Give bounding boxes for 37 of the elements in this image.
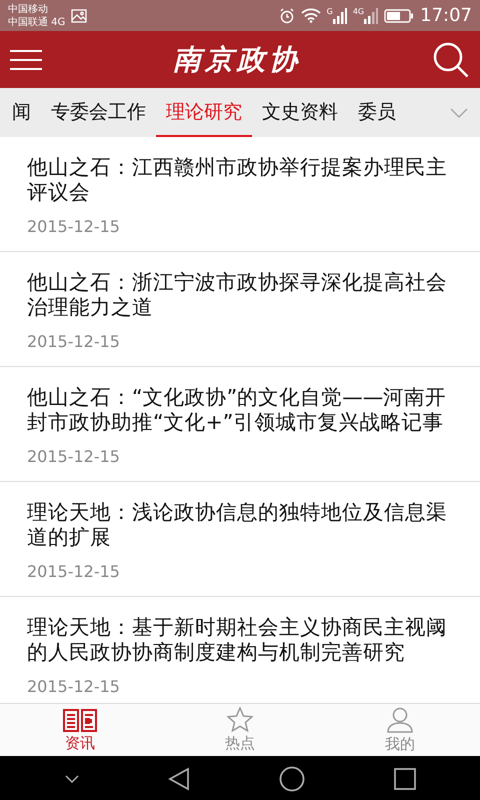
carrier-name: 中国移动 — [8, 2, 49, 16]
article-title[interactable]: 理论天地：基于新时期社会主义协商民主视阈的人民政协协商制度建构与机制完善研究 — [27, 615, 464, 665]
recents-icon[interactable] — [394, 768, 416, 790]
image-icon — [71, 8, 88, 22]
chevron-down-icon[interactable] — [64, 774, 78, 782]
article-date: 2015-12-15 — [27, 332, 120, 351]
article-title[interactable]: 他山之石：江西赣州市政协举行提案办理民主评议会 — [27, 155, 464, 205]
category-tab[interactable]: 文史资料 — [252, 88, 348, 137]
wifi-icon — [300, 8, 321, 23]
article-title[interactable]: 他山之石：“文化政协”的文化自觉——河南开封市政协助推“文化+”引领城市复兴战略记事 — [27, 385, 464, 435]
article-date: 2015-12-15 — [27, 677, 120, 696]
clock-time: 17:07 — [420, 5, 472, 26]
network-label: G — [326, 8, 333, 16]
carrier-name: 中国联通 4G — [8, 16, 66, 28]
back-icon[interactable] — [168, 766, 190, 790]
category-tab[interactable]: 委员 — [348, 88, 406, 137]
star-icon — [227, 707, 253, 732]
article-title[interactable]: 他山之石：浙江宁波市政协探寻深化提高社会治理能力之道 — [27, 270, 464, 320]
signal-icon — [332, 8, 347, 24]
home-icon[interactable] — [278, 766, 304, 792]
person-icon — [387, 706, 413, 732]
search-icon[interactable] — [432, 40, 470, 78]
app-title: 南京政协 — [173, 42, 301, 78]
battery-icon — [384, 8, 414, 22]
article-title[interactable]: 理论天地：浅论政协信息的独特地位及信息渠道的扩展 — [27, 500, 464, 550]
nav-tab[interactable]: 资讯 — [0, 704, 160, 756]
newspaper-icon — [63, 708, 97, 732]
article-date: 2015-12-15 — [27, 217, 120, 236]
signal-icon — [364, 8, 378, 24]
network-label: 4G — [352, 8, 364, 16]
menu-icon[interactable] — [10, 50, 42, 70]
alarm-icon — [278, 8, 295, 24]
category-tab[interactable]: 专委会工作 — [41, 88, 156, 137]
article-date: 2015-12-15 — [27, 562, 120, 581]
article-date: 2015-12-15 — [27, 447, 120, 466]
category-tab[interactable]: 闻 — [0, 88, 41, 137]
category-tab[interactable]: 理论研究 — [156, 88, 252, 137]
